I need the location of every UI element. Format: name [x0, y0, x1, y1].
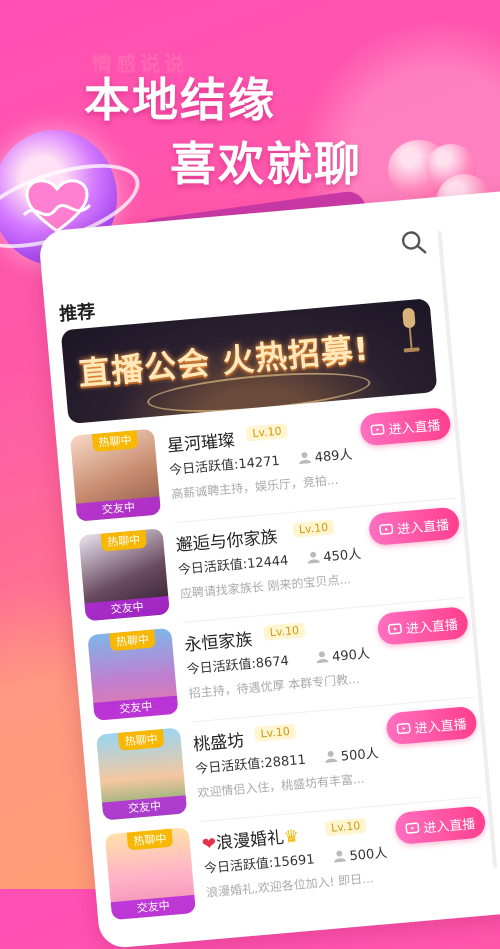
level-badge: Lv.10: [253, 723, 297, 743]
level-badge: Lv.10: [263, 622, 306, 641]
enter-live-button[interactable]: 进入直播: [359, 406, 452, 447]
tv-icon: [387, 623, 402, 635]
phone-screen: 推荐 直播公会 火热招募! 热聊中 交友中 星河璀璨 Lv.10 今日活跃值:1…: [38, 189, 500, 949]
member-count-text: 489人: [314, 447, 354, 466]
room-thumbnail: 热聊中 交友中: [87, 627, 179, 721]
status-label: 交友中: [75, 496, 162, 522]
room-thumbnail: 热聊中 交友中: [96, 727, 188, 821]
user-icon: [325, 750, 338, 763]
level-badge: Lv.10: [292, 519, 335, 538]
status-label: 交友中: [93, 695, 179, 721]
enter-live-button[interactable]: 进入直播: [376, 606, 470, 646]
member-count-text: 500人: [340, 746, 380, 765]
enter-live-label: 进入直播: [422, 816, 476, 837]
member-count: 500人: [324, 742, 379, 766]
enter-live-label: 进入直播: [414, 717, 468, 737]
tv-icon: [370, 424, 385, 436]
member-count: 450人: [307, 543, 362, 567]
user-icon: [334, 850, 347, 863]
hot-badge: 热聊中: [126, 828, 174, 851]
member-count-text: 490人: [331, 646, 371, 665]
user-icon: [316, 651, 329, 664]
level-badge: Lv.10: [245, 423, 289, 442]
enter-live-label: 进入直播: [405, 617, 459, 637]
member-count-text: 500人: [348, 845, 388, 865]
hero-headline-1: 本地结缘: [84, 73, 276, 127]
tv-icon: [396, 722, 411, 735]
tv-icon: [405, 822, 420, 834]
room-thumbnail: 热聊中 交友中: [104, 827, 196, 921]
status-label: 交友中: [101, 795, 188, 821]
status-label: 交友中: [110, 894, 196, 921]
enter-live-label: 进入直播: [387, 418, 442, 438]
hot-badge: 热聊中: [91, 430, 139, 453]
hot-badge: 热聊中: [109, 629, 156, 652]
room-thumbnail: 热聊中 交友中: [69, 428, 162, 522]
enter-live-button[interactable]: 进入直播: [367, 506, 461, 547]
hot-badge: 热聊中: [117, 729, 165, 751]
room-thumbnail: 热聊中 交友中: [78, 528, 170, 622]
enter-live-button[interactable]: 进入直播: [385, 705, 478, 746]
enter-live-label: 进入直播: [396, 517, 450, 538]
tv-icon: [379, 523, 394, 535]
microphone-icon: [402, 308, 420, 353]
user-icon: [307, 551, 320, 564]
room-name: 永恒家族: [183, 629, 254, 656]
search-icon[interactable]: [399, 228, 427, 256]
member-count: 490人: [315, 643, 371, 667]
member-count-text: 450人: [322, 547, 362, 566]
tab-recommend[interactable]: 推荐: [58, 297, 96, 326]
room-name: 星河璀璨: [166, 430, 236, 457]
status-label: 交友中: [84, 596, 170, 622]
user-icon: [299, 452, 312, 465]
level-badge: Lv.10: [324, 817, 367, 837]
heart-icon: [22, 179, 92, 233]
crown-icon: ♛: [283, 826, 301, 848]
recruit-banner[interactable]: 直播公会 火热招募!: [60, 298, 438, 425]
enter-live-button[interactable]: 进入直播: [394, 805, 487, 846]
room-name-text: 浪漫婚礼: [215, 827, 285, 854]
room-name: 桃盛坊: [192, 731, 246, 756]
hot-badge: 热聊中: [100, 529, 147, 552]
hero-headline-2: 喜欢就聊: [170, 137, 362, 191]
member-count: 500人: [333, 842, 388, 866]
member-count: 489人: [298, 443, 353, 467]
